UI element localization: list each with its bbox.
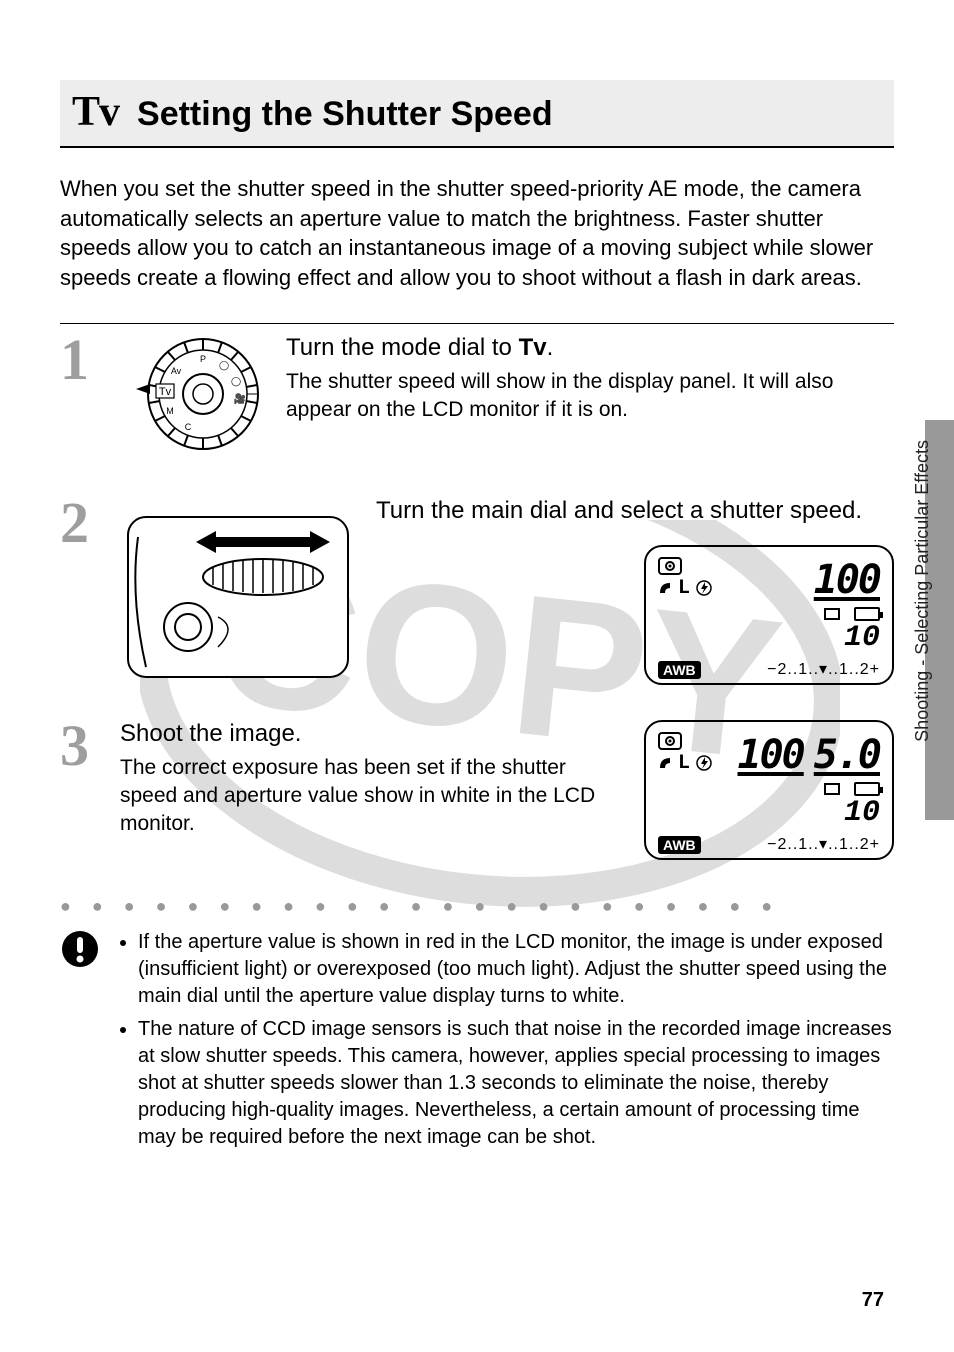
note-item: If the aperture value is shown in red in… xyxy=(138,929,894,1010)
svg-text:◯: ◯ xyxy=(231,376,241,387)
step-3-title: Shoot the image. xyxy=(120,720,624,748)
page-heading: Tv Setting the Shutter Speed xyxy=(60,80,894,148)
display-panel-step2: L 100 10 xyxy=(644,545,894,685)
step-1-title: Turn the mode dial to Tv. xyxy=(286,334,894,362)
caution-icon xyxy=(60,929,100,969)
drive-mode-icon xyxy=(824,783,840,795)
note-item: The nature of CCD image sensors is such … xyxy=(138,1016,894,1151)
shots-remaining: 10 xyxy=(814,621,880,655)
metering-icon xyxy=(658,557,682,575)
drive-mode-icon xyxy=(824,608,840,620)
quality-icon xyxy=(658,756,672,770)
awb-label: AWB xyxy=(658,836,701,854)
tv-mode-icon: Tv xyxy=(72,88,119,136)
svg-text:M: M xyxy=(166,406,174,416)
shutter-speed-value: 100 xyxy=(814,557,880,603)
mode-dial-diagram: Tv P ◯ ◯ Av M 🎥 C xyxy=(118,334,268,469)
battery-icon xyxy=(854,782,880,796)
quality-icon xyxy=(658,581,672,595)
shutter-speed-value: 100 xyxy=(738,732,804,778)
divider xyxy=(60,323,894,324)
step-1-desc: The shutter speed will show in the displ… xyxy=(286,368,894,425)
svg-text:Av: Av xyxy=(171,366,182,376)
flash-icon xyxy=(696,755,712,771)
step-number: 3 xyxy=(60,720,100,772)
display-panel-step3: L 100 5.0 xyxy=(644,720,894,860)
dial-tv-label: Tv xyxy=(159,386,172,398)
side-section-label: Shooting - Selecting Particular Effects xyxy=(912,440,933,742)
awb-label: AWB xyxy=(658,661,701,679)
battery-icon xyxy=(854,607,880,621)
image-size-label: L xyxy=(678,752,690,775)
page-number: 77 xyxy=(862,1289,884,1312)
step-number: 1 xyxy=(60,334,100,386)
flash-icon xyxy=(696,580,712,596)
svg-text:🎥: 🎥 xyxy=(234,392,246,405)
svg-text:C: C xyxy=(185,422,192,432)
step-3-desc: The correct exposure has been set if the… xyxy=(120,754,624,839)
step-1: 1 xyxy=(60,334,894,469)
step-2-title: Turn the main dial and select a shutter … xyxy=(376,497,862,525)
shots-remaining: 10 xyxy=(738,796,881,830)
main-dial-diagram xyxy=(118,497,358,692)
page-title: Setting the Shutter Speed xyxy=(137,95,553,134)
svg-text:◯: ◯ xyxy=(219,360,229,371)
caution-note: If the aperture value is shown in red in… xyxy=(60,929,894,1157)
image-size-label: L xyxy=(678,577,690,600)
step-number: 2 xyxy=(60,497,100,549)
dotted-divider: ● ● ● ● ● ● ● ● ● ● ● ● ● ● ● ● ● ● ● ● … xyxy=(60,896,894,917)
step-3: 3 Shoot the image. The correct exposure … xyxy=(60,720,894,860)
step-2: 2 xyxy=(60,497,894,692)
metering-icon xyxy=(658,732,682,750)
aperture-value: 5.0 xyxy=(814,732,880,778)
ev-scale: −2..1..▾..1..2+ xyxy=(767,834,880,854)
intro-paragraph: When you set the shutter speed in the sh… xyxy=(60,174,894,293)
ev-scale: −2..1..▾..1..2+ xyxy=(767,659,880,679)
svg-text:P: P xyxy=(200,354,206,364)
